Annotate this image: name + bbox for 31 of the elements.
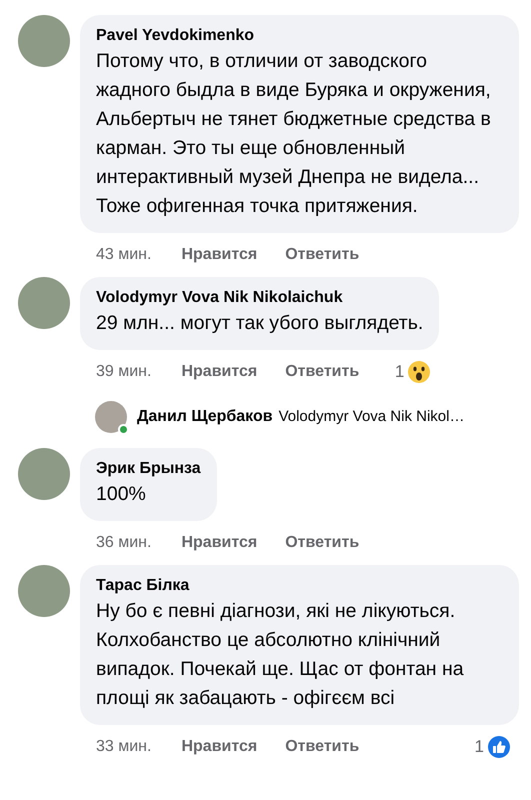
like-button[interactable]: Нравится [181, 735, 258, 759]
author-name[interactable]: Volodymyr Vova Nik Nikolaichuk [96, 287, 424, 309]
timestamp: 33 мин. [96, 737, 152, 757]
author-name[interactable]: Тарас Білка [96, 575, 503, 597]
like-button[interactable]: Нравится [181, 531, 258, 555]
like-button[interactable]: Нравится [181, 243, 258, 267]
reply-button[interactable]: Ответить [285, 360, 360, 384]
reaction-count: 1 [474, 736, 484, 758]
thumbs-up-icon [487, 735, 511, 759]
timestamp: 43 мин. [96, 245, 152, 265]
author-name[interactable]: Эрик Брынза [96, 458, 201, 480]
reply-button[interactable]: Ответить [285, 531, 360, 555]
reply-preview-text[interactable]: Volodymyr Vova Nik Nikol… [278, 406, 464, 428]
timestamp: 36 мин. [96, 533, 152, 553]
comment-text: 100% [96, 482, 147, 507]
avatar-photo[interactable] [18, 277, 70, 329]
author-name[interactable]: Pavel Yevdokimenko [96, 25, 503, 47]
reply-author-name[interactable]: Данил Щербаков [137, 405, 273, 429]
avatar-photo[interactable] [18, 565, 70, 617]
comment-text: Потому что, в отличии от заводского жадного быдла в виде Буряка и окружения, Альбертыч не тянет бюджетные средства в карман. Это ты еще обновленный интерактивный музей Днепра не видела... Тоже офигенная точка притяжения. [96, 49, 492, 219]
reply-button[interactable]: Ответить [285, 735, 360, 759]
timestamp: 39 мин. [96, 362, 152, 382]
avatar-photo[interactable] [95, 401, 127, 433]
surprised-face-icon [407, 360, 432, 384]
reaction-count: 1 [394, 361, 404, 384]
reply-button[interactable]: Ответить [285, 243, 360, 267]
comment-text: 29 млн... могут так убого выглядеть. [96, 311, 424, 336]
avatar-photo[interactable] [18, 15, 70, 67]
comment-text: Ну бо є певні діагнози, які не лікуються. Колхобанство це абсолютно клінічний випадок. Почекай ще. Щас от фонтан на площі як забацають - офігєєм всі [96, 599, 465, 711]
avatar-photo[interactable] [18, 448, 70, 500]
like-button[interactable]: Нравится [181, 360, 258, 384]
